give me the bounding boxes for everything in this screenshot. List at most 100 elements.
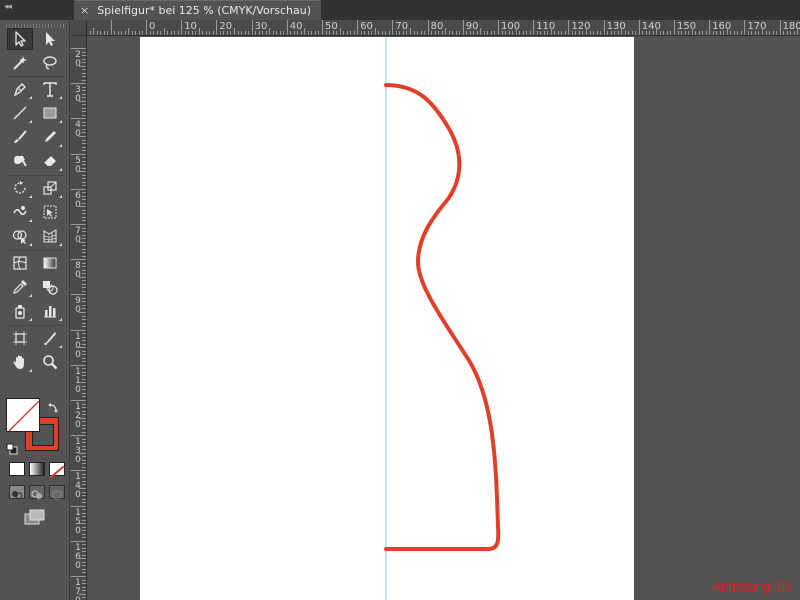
color-mode-button[interactable] <box>9 462 25 476</box>
ruler-major-tick <box>71 118 86 120</box>
gradient-mode-button[interactable] <box>29 462 45 476</box>
draw-normal-icon[interactable] <box>9 485 25 500</box>
magic-wand-tool-icon[interactable] <box>7 52 33 74</box>
warp-tool-icon[interactable] <box>7 201 33 223</box>
ruler-minor-tick <box>346 31 348 35</box>
ruler-minor-tick <box>79 382 86 384</box>
ruler-minor-tick <box>550 28 552 35</box>
ruler-minor-tick <box>793 31 795 35</box>
perspective-grid-tool-icon[interactable] <box>37 225 63 247</box>
rotate-tool-icon[interactable] <box>7 177 33 199</box>
draw-inside-icon[interactable] <box>49 485 65 500</box>
ruler-minor-tick <box>142 31 144 35</box>
ruler-minor-tick <box>385 31 387 35</box>
ruler-minor-tick <box>205 31 207 35</box>
illustrator-window: ◂◂ × Spielfigur* bei 125 % (CMYK/Vorscha… <box>0 0 800 600</box>
ruler-minor-tick <box>82 160 86 162</box>
ruler-minor-tick <box>473 31 475 35</box>
ruler-minor-tick <box>272 31 274 35</box>
pencil-tool-icon[interactable] <box>37 126 63 148</box>
ruler-minor-tick <box>82 421 86 423</box>
draw-behind-icon[interactable] <box>29 485 45 499</box>
artboard-tool-icon[interactable] <box>7 327 33 349</box>
vertical-ruler[interactable]: 2030405060708090100110120130140150160170 <box>71 36 87 600</box>
ruler-minor-tick <box>82 185 86 187</box>
ruler-minor-tick <box>82 199 86 201</box>
ruler-minor-tick <box>561 31 563 35</box>
close-tab-icon[interactable]: × <box>80 1 89 20</box>
hand-tool-icon[interactable] <box>7 351 33 373</box>
ruler-minor-tick <box>688 31 690 35</box>
ruler-minor-tick <box>82 495 86 497</box>
type-tool-icon[interactable] <box>37 78 63 100</box>
ruler-minor-tick <box>596 31 598 35</box>
gradient-tool-icon[interactable] <box>37 252 63 274</box>
ruler-minor-tick <box>107 31 109 35</box>
slice-tool-icon[interactable] <box>37 327 63 349</box>
eyedropper-tool-icon[interactable] <box>7 276 33 298</box>
zoom-tool-icon[interactable] <box>37 351 63 373</box>
ruler-minor-tick <box>244 31 246 35</box>
none-mode-button[interactable] <box>49 462 65 479</box>
ruler-minor-tick <box>336 31 338 35</box>
pen-tool-icon[interactable] <box>7 78 33 100</box>
ruler-minor-tick <box>82 238 86 240</box>
ruler-minor-tick <box>452 31 454 35</box>
ruler-minor-tick <box>607 31 609 35</box>
paintbrush-tool-icon[interactable] <box>7 126 33 148</box>
default-fill-stroke-icon[interactable] <box>6 440 18 455</box>
ruler-minor-tick <box>191 31 193 35</box>
fill-color-swatch[interactable] <box>6 398 40 432</box>
direct-selection-tool-icon[interactable] <box>37 28 63 50</box>
ruler-major-tick <box>71 435 86 437</box>
scale-tool-icon[interactable] <box>37 177 63 199</box>
blend-tool-icon[interactable] <box>37 276 63 298</box>
ruler-minor-tick <box>649 31 651 35</box>
ruler-major-tick <box>603 20 605 35</box>
ruler-label: 0 <box>75 129 81 140</box>
swap-fill-stroke-icon[interactable] <box>48 398 60 413</box>
ruler-minor-tick <box>82 568 86 570</box>
screen-mode-icon[interactable] <box>24 508 46 526</box>
ruler-minor-tick <box>283 31 285 35</box>
game-figure-path[interactable] <box>384 83 501 551</box>
shape-builder-tool-icon[interactable] <box>7 225 33 247</box>
canvas-area[interactable] <box>88 37 800 600</box>
column-graph-tool-icon[interactable] <box>37 300 63 322</box>
ruler-minor-tick <box>209 31 211 35</box>
ruler-minor-tick <box>353 31 355 35</box>
ruler-minor-tick <box>163 28 165 35</box>
symbol-sprayer-tool-icon[interactable] <box>7 300 33 322</box>
collapse-panels-icon[interactable]: ◂◂ <box>4 2 12 12</box>
ruler-minor-tick <box>578 31 580 35</box>
ruler-minor-tick <box>325 31 327 35</box>
ruler-label: 120 <box>571 21 591 32</box>
eraser-tool-icon[interactable] <box>37 150 63 172</box>
ruler-minor-tick <box>219 31 221 35</box>
ruler-minor-tick <box>174 31 176 35</box>
ruler-minor-tick <box>82 375 86 377</box>
mesh-tool-icon[interactable] <box>7 252 33 274</box>
ruler-minor-tick <box>82 407 86 409</box>
horizontal-ruler[interactable]: 0 10 20 30 40 50 60 70 80 90 100 110 120 130 140 150 160… <box>71 20 800 36</box>
selection-tool-icon[interactable] <box>7 28 33 50</box>
ruler-minor-tick <box>82 287 86 289</box>
ruler-minor-tick <box>82 79 86 81</box>
ruler-origin[interactable] <box>71 20 87 36</box>
ruler-minor-tick <box>230 31 232 35</box>
document-tab[interactable]: × Spielfigur* bei 125 % (CMYK/Vorschau) <box>74 0 321 20</box>
ruler-minor-tick <box>575 31 577 35</box>
free-transform-tool-icon[interactable] <box>37 201 63 223</box>
ruler-minor-tick <box>82 463 86 465</box>
ruler-minor-tick <box>234 28 235 35</box>
line-segment-tool-icon[interactable] <box>7 102 33 124</box>
ruler-minor-tick <box>82 150 86 152</box>
rectangle-tool-icon[interactable] <box>37 102 63 124</box>
ruler-minor-tick <box>82 157 86 159</box>
ruler-minor-tick <box>79 312 86 313</box>
ruler-minor-tick <box>82 371 86 373</box>
ruler-minor-tick <box>138 31 140 35</box>
ruler-label: 0 <box>75 235 81 245</box>
lasso-tool-icon[interactable] <box>37 52 63 74</box>
blob-brush-tool-icon[interactable] <box>7 150 33 172</box>
